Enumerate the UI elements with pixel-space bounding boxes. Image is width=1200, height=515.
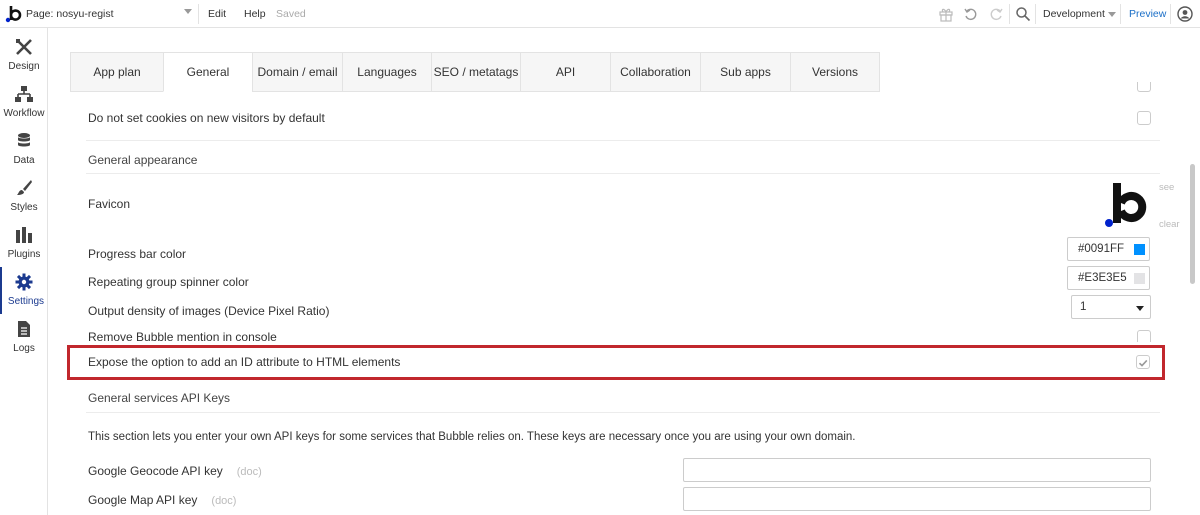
expose-id-checkbox[interactable] xyxy=(1136,355,1150,369)
map-key-label: Google Map API key (doc) xyxy=(88,493,236,507)
spinner-color-picker[interactable]: #E3E3E5 xyxy=(1067,266,1150,290)
favicon-see-link[interactable]: see xyxy=(1159,182,1174,193)
user-avatar-icon[interactable] xyxy=(1177,6,1193,22)
favicon-preview[interactable] xyxy=(1103,181,1153,227)
divider xyxy=(1120,4,1121,24)
sidebar-item-workflow[interactable]: Workflow xyxy=(0,79,48,126)
sidebar-item-label: Data xyxy=(13,155,35,166)
map-key-input[interactable] xyxy=(683,487,1151,511)
preview-link[interactable]: Preview xyxy=(1129,8,1166,20)
progress-bar-color-picker[interactable]: #0091FF xyxy=(1067,237,1150,261)
chevron-down-icon[interactable] xyxy=(1108,12,1116,17)
redo-icon[interactable] xyxy=(988,6,1004,22)
geocode-key-label: Google Geocode API key (doc) xyxy=(88,464,262,478)
divider xyxy=(1035,4,1036,24)
divider xyxy=(1170,4,1171,24)
tab-domain-email[interactable]: Domain / email xyxy=(252,52,342,92)
divider xyxy=(86,412,1160,413)
tab-api[interactable]: API xyxy=(520,52,610,92)
color-swatch xyxy=(1134,244,1145,255)
database-icon xyxy=(18,133,30,147)
sidebar-item-settings[interactable]: Settings xyxy=(0,267,48,314)
scrollbar-thumb[interactable] xyxy=(1190,164,1195,284)
search-icon[interactable] xyxy=(1015,6,1031,22)
sidebar-item-data[interactable]: Data xyxy=(0,126,48,173)
divider xyxy=(86,140,1160,141)
api-keys-heading: General services API Keys xyxy=(88,391,231,405)
design-icon xyxy=(16,39,32,55)
sidebar-item-label: Plugins xyxy=(7,249,41,260)
color-swatch xyxy=(1134,273,1145,284)
sidebar-item-label: Workflow xyxy=(3,108,45,119)
plug-icon xyxy=(16,227,32,243)
progress-bar-color-label: Progress bar color xyxy=(88,247,187,261)
edit-menu[interactable]: Edit xyxy=(208,8,226,20)
remove-mention-checkbox[interactable] xyxy=(1137,330,1151,342)
favicon-label: Favicon xyxy=(88,197,131,211)
saved-status: Saved xyxy=(276,8,306,20)
favicon-clear-link[interactable]: clear xyxy=(1159,219,1180,230)
environment-selector[interactable]: Development xyxy=(1043,8,1105,20)
gear-icon xyxy=(15,273,33,291)
sidebar-item-label: Settings xyxy=(7,296,45,307)
output-density-select[interactable]: 1 xyxy=(1071,295,1151,319)
map-key-label-text: Google Map API key xyxy=(88,493,198,507)
tab-sub-apps[interactable]: Sub apps xyxy=(700,52,790,92)
workflow-icon xyxy=(15,86,33,102)
no-cookies-label: Do not set cookies on new visitors by de… xyxy=(88,111,325,125)
spinner-color-label: Repeating group spinner color xyxy=(88,275,249,289)
color-value: #E3E3E5 xyxy=(1078,272,1127,284)
settings-checkbox[interactable] xyxy=(1137,82,1151,92)
help-menu[interactable]: Help xyxy=(244,8,266,20)
no-cookies-checkbox[interactable] xyxy=(1137,111,1151,125)
sidebar-item-label: Design xyxy=(8,61,40,72)
map-doc-link[interactable]: (doc) xyxy=(211,495,236,507)
top-bar: Page: nosyu-regist Edit Help Saved Devel… xyxy=(0,0,1200,28)
divider xyxy=(86,173,1160,174)
bubble-logo-icon xyxy=(1105,183,1147,227)
output-density-label: Output density of images (Device Pixel R… xyxy=(88,304,330,318)
chevron-down-icon xyxy=(1136,306,1144,311)
geocode-key-input[interactable] xyxy=(683,458,1151,482)
sidebar-item-label: Styles xyxy=(10,202,38,213)
brush-icon xyxy=(17,180,32,195)
undo-icon[interactable] xyxy=(963,6,979,22)
select-value: 1 xyxy=(1080,301,1087,313)
chevron-down-icon[interactable] xyxy=(184,9,192,14)
remove-mention-label: Remove Bubble mention in console xyxy=(88,330,277,344)
tab-general[interactable]: General xyxy=(163,52,252,92)
api-keys-description: This section lets you enter your own API… xyxy=(88,431,856,443)
tab-collaboration[interactable]: Collaboration xyxy=(610,52,700,92)
geocode-doc-link[interactable]: (doc) xyxy=(237,466,262,478)
bubble-logo-icon[interactable] xyxy=(4,3,22,25)
sidebar: Design Workflow Data Styles Plugins Sett… xyxy=(0,28,48,515)
gift-icon[interactable] xyxy=(938,6,954,22)
geocode-key-label-text: Google Geocode API key xyxy=(88,464,223,478)
tab-seo-metatags[interactable]: SEO / metatags xyxy=(431,52,520,92)
sidebar-item-plugins[interactable]: Plugins xyxy=(0,220,48,267)
sidebar-item-logs[interactable]: Logs xyxy=(0,314,48,361)
sidebar-item-styles[interactable]: Styles xyxy=(0,173,48,220)
tab-versions[interactable]: Versions xyxy=(790,52,880,92)
checkmark-icon xyxy=(1138,359,1148,367)
tab-app-plan[interactable]: App plan xyxy=(70,52,163,92)
settings-tabs: App plan General Domain / email Language… xyxy=(70,52,880,92)
sidebar-item-design[interactable]: Design xyxy=(0,32,48,79)
expose-id-label: Expose the option to add an ID attribute… xyxy=(88,355,401,369)
divider xyxy=(1009,4,1010,24)
document-icon xyxy=(18,321,30,337)
general-appearance-heading: General appearance xyxy=(88,153,198,167)
page-selector[interactable]: Page: nosyu-regist xyxy=(26,8,114,20)
sidebar-item-label: Logs xyxy=(13,343,35,354)
color-value: #0091FF xyxy=(1078,243,1125,255)
tab-languages[interactable]: Languages xyxy=(342,52,431,92)
divider xyxy=(198,4,199,24)
